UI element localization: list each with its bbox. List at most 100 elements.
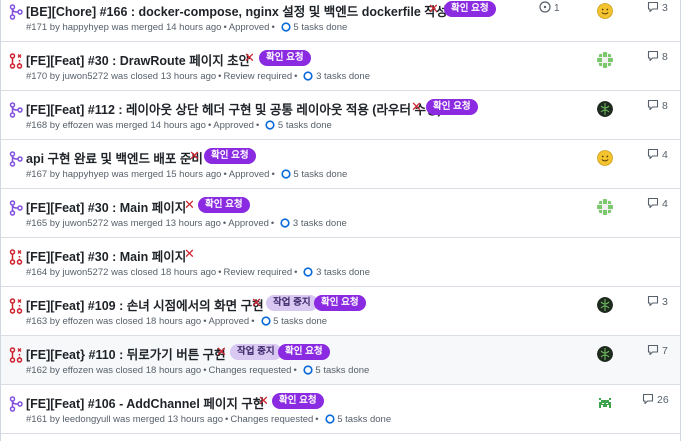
tasks-done: 5 tasks done (293, 169, 348, 180)
x-icon[interactable]: ✕ (411, 99, 422, 115)
comment-icon (647, 344, 659, 356)
pr-number: #168 (26, 120, 48, 131)
pr-author[interactable]: juwon5272 (62, 218, 108, 229)
comments-count[interactable]: 3 (647, 295, 668, 308)
pr-row-168[interactable]: [FE][Feat] #112 : 레이아웃 상단 헤더 구현 및 공통 레이아… (1, 91, 680, 140)
avatar[interactable] (597, 199, 613, 215)
pr-title[interactable]: [FE][Feat] #30 : Main 페이지 (26, 197, 186, 216)
comments-count[interactable]: 4 (647, 148, 668, 161)
avatar[interactable] (597, 3, 613, 19)
git-merge-icon (9, 151, 23, 167)
pr-author[interactable]: juwon5272 (62, 267, 108, 278)
pr-number: #162 (26, 365, 48, 376)
pr-row-161[interactable]: [FE][Feat] #106 - AddChannel 페이지 구현 ✕ 확인… (1, 385, 680, 434)
comment-icon (647, 295, 659, 307)
comments-count[interactable]: 3 (647, 1, 668, 14)
pr-row-167[interactable]: api 구현 완료 및 백엔드 배포 준비 ✕ 확인 요청 #167 by ha… (1, 140, 680, 189)
tasks-done: 3 tasks done (292, 218, 347, 229)
pr-author[interactable]: happyhyep (62, 22, 108, 33)
pr-meta: #164 by juwon5272 was closed 18 hours ag… (26, 267, 370, 278)
label-review-request[interactable]: 확인 요청 (259, 50, 311, 66)
label-review-request[interactable]: 확인 요청 (198, 197, 250, 213)
pr-row-171[interactable]: [BE][Chore] #166 : docker-compose, nginx… (1, 0, 680, 42)
tasks-done: 3 tasks done (316, 71, 370, 82)
pr-author[interactable]: effozen (62, 316, 93, 327)
git-merge-icon (9, 4, 23, 20)
pr-number: #164 (26, 267, 48, 278)
x-icon[interactable]: ✕ (184, 246, 195, 262)
comments-count[interactable]: 8 (647, 50, 668, 63)
pr-row-163[interactable]: [FE][Feat] #109 : 손녀 시점에서의 화면 구현 ✕ 작업 중지… (1, 287, 680, 336)
avatar[interactable] (597, 101, 613, 117)
pr-author[interactable]: effozen (62, 120, 93, 131)
label-review-request[interactable]: 확인 요청 (204, 148, 256, 164)
pr-author[interactable]: happyhyep (62, 169, 108, 180)
avatar[interactable] (597, 395, 613, 411)
git-merge-icon (9, 200, 23, 216)
review-status: Changes requested (230, 414, 314, 425)
tasks-done: 5 tasks done (315, 365, 370, 376)
label-review-request[interactable]: 확인 요청 (278, 344, 330, 360)
x-icon[interactable]: ✕ (184, 197, 195, 213)
comments-count[interactable]: 7 (647, 344, 668, 357)
pr-title[interactable]: [BE][Chore] #166 : docker-compose, nginx… (26, 1, 447, 20)
review-status: Approved (228, 22, 270, 33)
git-pull-request-closed-icon (9, 249, 23, 265)
progress-circle-icon (265, 120, 275, 130)
pr-meta: #167 by happyhyep was merged 15 hours ag… (26, 169, 348, 180)
avatar[interactable] (597, 346, 613, 362)
tasks-done: 5 tasks done (273, 316, 328, 327)
pr-row-170[interactable]: [FE][Feat] #30 : DrawRoute 페이지 초안 ✕ 확인 요… (1, 42, 680, 91)
progress-circle-icon (325, 414, 335, 424)
label-review-request[interactable]: 확인 요청 (426, 99, 478, 115)
pr-title[interactable]: [FE][Feat] #112 : 레이아웃 상단 헤더 구현 및 공통 레이아… (26, 99, 442, 118)
label-work-stopped[interactable]: 작업 중지 (230, 344, 282, 360)
comments-count[interactable]: 8 (647, 99, 668, 112)
x-icon[interactable]: ✕ (244, 50, 255, 66)
label-review-request[interactable]: 확인 요청 (314, 295, 366, 311)
pr-number: #170 (26, 71, 48, 82)
label-review-request[interactable]: 확인 요청 (272, 393, 324, 409)
pr-number: #165 (26, 218, 48, 229)
git-merge-icon (9, 396, 23, 412)
x-icon[interactable]: ✕ (251, 295, 262, 311)
x-icon[interactable]: ✕ (258, 393, 269, 409)
progress-circle-icon (303, 365, 313, 375)
pr-row-165[interactable]: [FE][Feat] #30 : Main 페이지 ✕ 확인 요청 #165 b… (1, 189, 680, 238)
pr-row-162[interactable]: [FE][Feat} #110 : 뒤로가기 버튼 구현 ✕ 작업 중지 확인 … (1, 336, 680, 385)
pr-title[interactable]: [FE][Feat} #110 : 뒤로가기 버튼 구현 (26, 344, 226, 363)
comments-count[interactable]: 26 (642, 393, 669, 406)
pr-title[interactable]: [FE][Feat] #106 - AddChannel 페이지 구현 (26, 393, 264, 412)
avatar[interactable] (597, 150, 613, 166)
avatar[interactable] (597, 52, 613, 68)
pr-author[interactable]: leedongyull (62, 414, 110, 425)
pull-request-list: [BE][Chore] #166 : docker-compose, nginx… (0, 0, 681, 441)
pr-author[interactable]: juwon5272 (62, 71, 108, 82)
pr-title[interactable]: [FE][Feat] #30 : Main 페이지 (26, 246, 186, 265)
x-icon[interactable]: ✕ (216, 344, 227, 360)
tasks-done: 5 tasks done (337, 414, 392, 425)
pr-number: #163 (26, 316, 48, 327)
progress-circle-icon (280, 218, 290, 228)
pr-row-164[interactable]: [FE][Feat] #30 : Main 페이지 ✕ #164 by juwo… (1, 238, 680, 287)
comment-icon (647, 50, 659, 62)
pr-number: #171 (26, 22, 48, 33)
pr-meta: #163 by effozen was closed 18 hours ago •… (26, 316, 328, 327)
pr-meta: #161 by leedongyull was merged 13 hours … (26, 414, 392, 425)
label-work-stopped[interactable]: 작업 중지 (266, 295, 318, 311)
pr-title[interactable]: [FE][Feat] #109 : 손녀 시점에서의 화면 구현 (26, 295, 264, 314)
pr-meta: #168 by effozen was merged 14 hours ago •… (26, 120, 332, 131)
pr-title[interactable]: api 구현 완료 및 백엔드 배포 준비 (26, 148, 203, 167)
comment-icon (647, 197, 659, 209)
avatar[interactable] (597, 297, 613, 313)
x-icon[interactable]: ✕ (428, 1, 439, 17)
pr-title[interactable]: [FE][Feat] #30 : DrawRoute 페이지 초안 (26, 50, 250, 69)
comments-count[interactable]: 4 (647, 197, 668, 210)
label-review-request[interactable]: 확인 요청 (444, 1, 496, 17)
linked-issue[interactable]: 1 (539, 1, 560, 14)
x-icon[interactable]: ✕ (189, 148, 200, 164)
pr-author[interactable]: effozen (62, 365, 93, 376)
pr-number: #167 (26, 169, 48, 180)
tasks-done: 5 tasks done (277, 120, 332, 131)
review-status: Approved (228, 218, 269, 229)
